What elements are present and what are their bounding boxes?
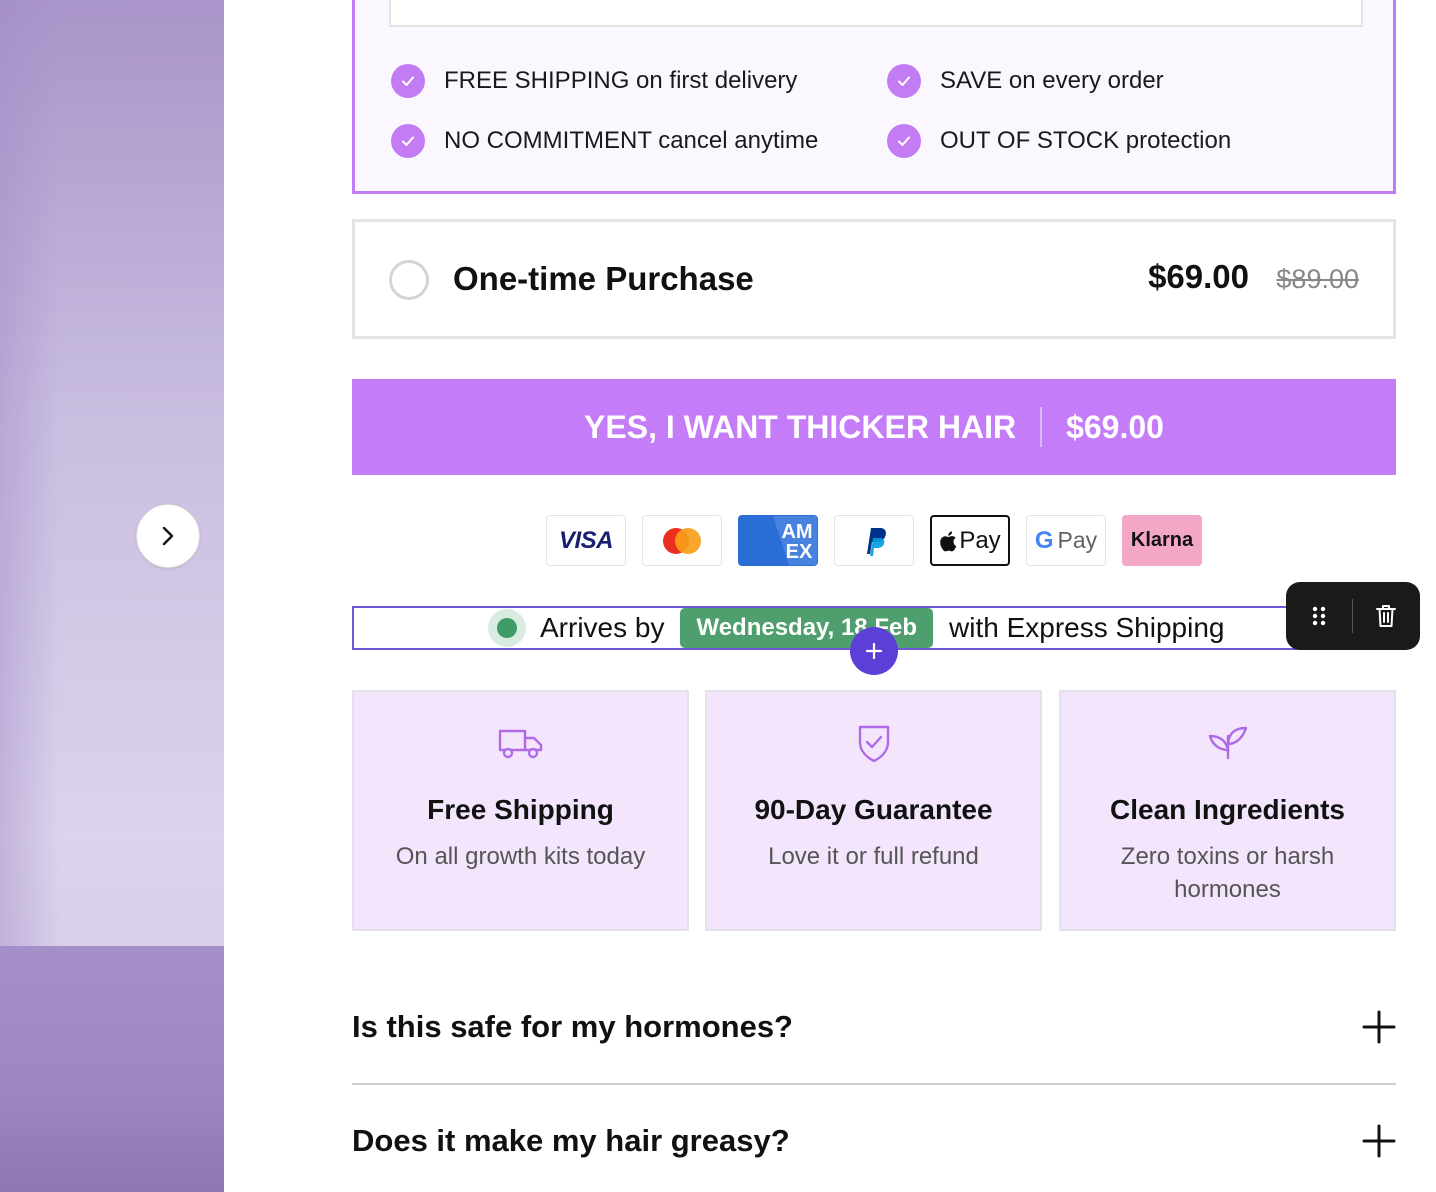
delivery-estimate-block[interactable]: Arrives by Wednesday, 18 Feb with Expres… <box>352 606 1300 650</box>
plus-icon[interactable] <box>1362 1124 1396 1158</box>
one-time-radio[interactable] <box>389 260 429 300</box>
mastercard-icon <box>642 515 722 566</box>
leaf-icon <box>1061 722 1394 766</box>
apple-pay-icon: Pay <box>930 515 1010 566</box>
svg-text:AM: AM <box>781 521 812 543</box>
benefit-label: OUT OF STOCK protection <box>940 127 1232 154</box>
one-time-purchase-option[interactable]: One-time Purchase $69.00 $89.00 <box>352 219 1396 339</box>
delete-block-button[interactable] <box>1353 582 1419 650</box>
feature-text: On all growth kits today <box>395 843 646 870</box>
google-pay-label: Pay <box>1057 527 1098 553</box>
faq-item[interactable]: Does it make my hair greasy? <box>352 1109 1396 1173</box>
paypal-icon <box>834 515 914 566</box>
benefit-item: NO COMMITMENT cancel anytime <box>391 124 818 158</box>
trash-icon <box>1376 605 1396 627</box>
feature-text: Zero toxins or harsh hormones <box>1120 843 1335 903</box>
benefit-item: SAVE on every order <box>887 64 1164 98</box>
one-time-old-price: $89.00 <box>1276 264 1359 294</box>
feature-text: Love it or full refund <box>768 843 979 870</box>
block-toolbar <box>1286 582 1420 650</box>
drag-handle-icon <box>1312 606 1326 626</box>
visa-label: VISA <box>558 526 614 554</box>
feature-card-shipping: Free Shipping On all growth kits today <box>352 690 689 931</box>
klarna-icon: Klarna <box>1122 515 1202 566</box>
one-time-price: $69.00 <box>1148 258 1249 295</box>
check-icon <box>391 124 425 158</box>
feature-card-guarantee: 90-Day Guarantee Love it or full refund <box>705 690 1042 931</box>
benefit-label: FREE SHIPPING on first delivery <box>444 67 798 94</box>
subscribe-frequency-select[interactable] <box>389 0 1363 27</box>
drag-handle[interactable] <box>1286 582 1352 650</box>
check-icon <box>887 64 921 98</box>
svg-text:EX: EX <box>786 541 813 563</box>
subscribe-option[interactable]: FREE SHIPPING on first delivery SAVE on … <box>352 0 1396 194</box>
shield-check-icon <box>707 722 1040 766</box>
status-dot-icon <box>488 609 526 647</box>
gallery-next-button[interactable] <box>136 504 200 568</box>
plus-icon[interactable] <box>1362 1010 1396 1044</box>
benefit-label: SAVE on every order <box>940 67 1164 94</box>
feature-title: Clean Ingredients <box>1110 794 1345 825</box>
faq-item[interactable]: Is this safe for my hormones? <box>352 995 1396 1059</box>
add-to-cart-button[interactable]: YES, I WANT THICKER HAIR $69.00 <box>352 379 1396 475</box>
feature-card-ingredients: Clean Ingredients Zero toxins or harsh h… <box>1059 690 1396 931</box>
truck-icon <box>354 722 687 766</box>
faq-question: Does it make my hair greasy? <box>352 1123 790 1158</box>
visa-icon: VISA <box>546 515 626 566</box>
faq-question: Is this safe for my hormones? <box>352 1009 793 1044</box>
benefit-label: NO COMMITMENT cancel anytime <box>444 127 819 154</box>
check-icon <box>391 64 425 98</box>
chevron-right-icon <box>162 526 174 546</box>
benefit-item: FREE SHIPPING on first delivery <box>391 64 797 98</box>
amex-icon: AM EX <box>738 515 818 566</box>
apple-pay-label: Pay <box>959 526 1001 554</box>
delivery-prefix: Arrives by <box>540 612 665 643</box>
product-page: FREE SHIPPING on first delivery SAVE on … <box>0 0 1436 1192</box>
check-icon <box>887 124 921 158</box>
payment-methods: VISA AM EX Pay G Pay Klarna <box>546 515 1202 566</box>
feature-title: Free Shipping <box>427 794 614 825</box>
google-g-icon: G <box>1034 526 1054 554</box>
add-block-button[interactable] <box>850 627 898 675</box>
gallery-image-band <box>0 946 224 1192</box>
cta-price: $69.00 <box>1066 408 1164 445</box>
cta-label: YES, I WANT THICKER HAIR <box>584 408 1017 445</box>
plus-icon <box>865 642 883 660</box>
one-time-label: One-time Purchase <box>453 260 754 297</box>
google-pay-icon: G Pay <box>1026 515 1106 566</box>
product-image-gallery <box>0 0 224 1192</box>
feature-title: 90-Day Guarantee <box>754 794 993 825</box>
delivery-suffix: with Express Shipping <box>949 612 1225 643</box>
klarna-label: Klarna <box>1130 529 1194 551</box>
benefit-item: OUT OF STOCK protection <box>887 124 1231 158</box>
faq-divider <box>352 1083 1396 1085</box>
cta-divider <box>1040 407 1043 447</box>
gallery-image <box>0 0 60 946</box>
